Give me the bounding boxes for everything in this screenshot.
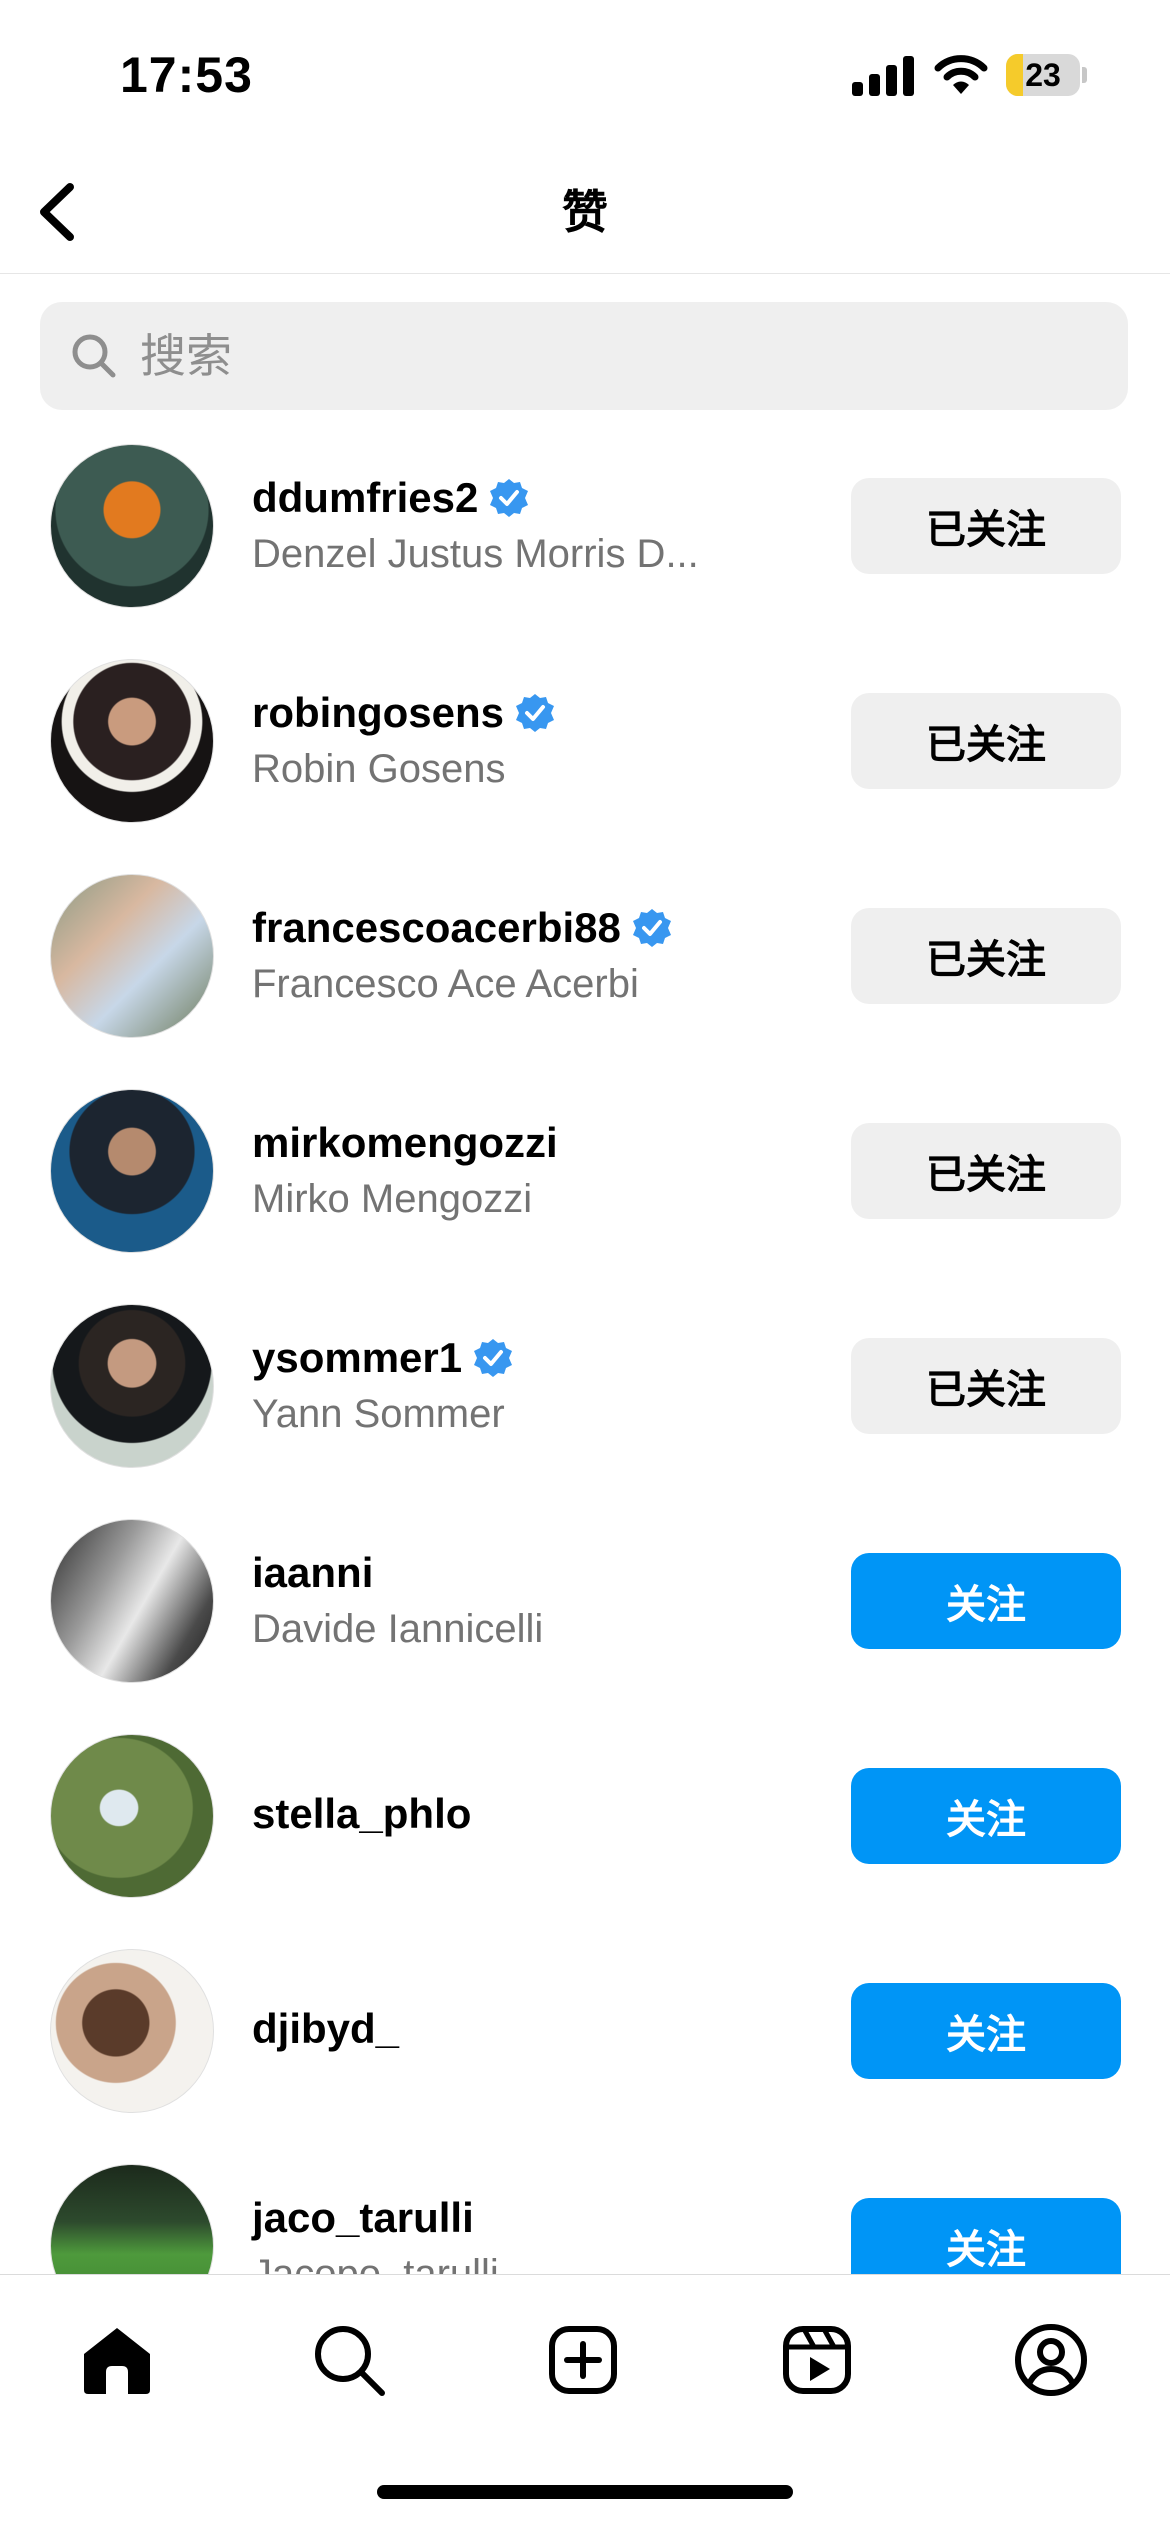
full-name: Robin Gosens [252, 747, 506, 791]
avatar[interactable] [50, 444, 214, 608]
username[interactable]: ddumfries2 [252, 474, 478, 522]
following-button[interactable]: 已关注 [851, 908, 1121, 1004]
username[interactable]: jaco_tarulli [252, 2194, 474, 2242]
follow-button[interactable]: 关注 [851, 1768, 1121, 1864]
full-name: Mirko Mengozzi [252, 1177, 533, 1221]
following-button[interactable]: 已关注 [851, 1123, 1121, 1219]
verified-badge-icon [474, 1339, 513, 1377]
tab-home[interactable] [72, 2315, 162, 2405]
back-button[interactable] [20, 174, 92, 250]
avatar[interactable] [50, 874, 214, 1038]
list-item[interactable]: robingosens Robin Gosens 已关注 [0, 655, 1170, 870]
search-icon [72, 334, 116, 378]
tab-reels[interactable] [772, 2315, 862, 2405]
list-item[interactable]: ysommer1 Yann Sommer 已关注 [0, 1300, 1170, 1515]
tab-create[interactable] [538, 2315, 628, 2405]
tab-profile[interactable] [1006, 2315, 1096, 2405]
search-bar[interactable] [40, 302, 1128, 410]
username[interactable]: iaanni [252, 1549, 373, 1597]
verified-badge-icon [632, 909, 671, 947]
username[interactable]: ysommer1 [252, 1334, 462, 1382]
search-icon [315, 2326, 385, 2396]
avatar[interactable] [50, 1949, 214, 2113]
tab-search[interactable] [304, 2315, 394, 2405]
status-bar: 17:53 23 [0, 0, 1170, 150]
cellular-signal-icon [852, 56, 914, 96]
full-name: Yann Sommer [252, 1392, 505, 1436]
list-item[interactable]: jaco_tarulli Jacopo_tarulli 关注 [0, 2160, 1170, 2274]
username[interactable]: robingosens [252, 689, 504, 737]
avatar[interactable] [50, 1734, 214, 1898]
list-item[interactable]: iaanni Davide Iannicelli 关注 [0, 1515, 1170, 1730]
chevron-left-icon [40, 183, 74, 241]
full-name: Denzel Justus Morris D... [252, 532, 699, 576]
avatar[interactable] [50, 1519, 214, 1683]
battery-indicator: 23 [1006, 54, 1087, 96]
avatar[interactable] [50, 1304, 214, 1468]
follow-button[interactable]: 关注 [851, 1553, 1121, 1649]
create-post-icon [549, 2326, 617, 2394]
list-item[interactable]: stella_phlo 关注 [0, 1730, 1170, 1945]
full-name: Jacopo_tarulli [252, 2252, 499, 2274]
verified-badge-icon [516, 694, 555, 732]
avatar[interactable] [50, 659, 214, 823]
reels-icon [783, 2326, 851, 2394]
list-item[interactable]: mirkomengozzi Mirko Mengozzi 已关注 [0, 1085, 1170, 1300]
profile-icon [1015, 2324, 1087, 2396]
header: 赞 [0, 150, 1170, 274]
list-item[interactable]: ddumfries2 Denzel Justus Morris D... 已关注 [0, 440, 1170, 655]
follow-button[interactable]: 关注 [851, 1983, 1121, 2079]
list-item[interactable]: francescoacerbi88 Francesco Ace Acerbi 已… [0, 870, 1170, 1085]
username[interactable]: francescoacerbi88 [252, 904, 621, 952]
home-icon [84, 2328, 150, 2394]
likes-list: ddumfries2 Denzel Justus Morris D... 已关注… [0, 440, 1170, 2274]
following-button[interactable]: 已关注 [851, 1338, 1121, 1434]
battery-level: 23 [1025, 57, 1061, 93]
avatar[interactable] [50, 2164, 214, 2274]
list-item[interactable]: djibyd_ 关注 [0, 1945, 1170, 2160]
tab-bar [0, 2274, 1170, 2532]
follow-button[interactable]: 关注 [851, 2198, 1121, 2274]
username[interactable]: mirkomengozzi [252, 1119, 558, 1167]
search-input[interactable] [140, 302, 1090, 410]
username[interactable]: stella_phlo [252, 1790, 471, 1838]
verified-badge-icon [490, 479, 529, 517]
home-indicator [377, 2485, 793, 2499]
following-button[interactable]: 已关注 [851, 693, 1121, 789]
avatar[interactable] [50, 1089, 214, 1253]
following-button[interactable]: 已关注 [851, 478, 1121, 574]
status-time: 17:53 [120, 47, 253, 103]
username[interactable]: djibyd_ [252, 2005, 399, 2053]
page-title: 赞 [562, 186, 608, 238]
full-name: Francesco Ace Acerbi [252, 962, 639, 1006]
full-name: Davide Iannicelli [252, 1607, 544, 1651]
wifi-icon [934, 55, 988, 94]
